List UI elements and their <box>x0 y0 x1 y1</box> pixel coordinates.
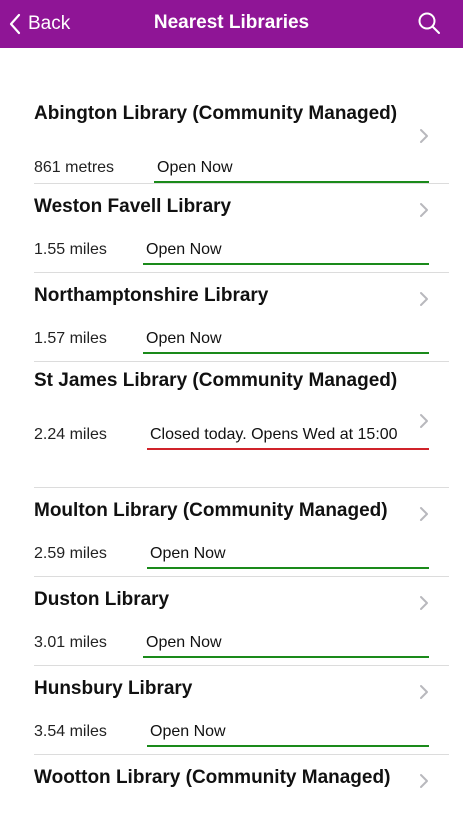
library-row[interactable]: Northamptonshire Library 1.57 miles Open N… <box>0 273 463 362</box>
open-indicator-line <box>143 263 429 265</box>
library-row[interactable]: St James Library (Community Managed) 2.24… <box>0 362 463 488</box>
library-name: St James Library (Community Managed) <box>34 370 398 391</box>
chevron-right-icon <box>420 507 428 521</box>
chevron-right-icon <box>420 414 428 428</box>
open-indicator-line <box>147 745 429 747</box>
chevron-right-icon <box>420 203 428 217</box>
chevron-right-icon <box>420 596 428 610</box>
chevron-right-icon <box>420 129 428 143</box>
library-name: Duston Library <box>34 589 170 610</box>
library-row[interactable]: Moulton Library (Community Managed) 2.59 … <box>0 488 463 577</box>
nav-bar: Back Nearest Libraries <box>0 0 463 48</box>
closed-indicator-line <box>147 448 429 450</box>
status-text: Open Now <box>150 545 226 562</box>
status-text: Closed today. Opens Wed at 15:00 <box>150 426 398 443</box>
status-text: Open Now <box>146 634 222 651</box>
library-name: Moulton Library (Community Managed) <box>34 500 388 521</box>
library-row[interactable]: Wootton Library (Community Managed) <box>0 755 463 835</box>
library-row[interactable]: Abington Library (Community Managed) 861 … <box>0 95 463 184</box>
library-row[interactable]: Weston Favell Library 1.55 miles Open Now <box>0 184 463 273</box>
library-name: Wootton Library (Community Managed) <box>34 767 391 788</box>
library-distance: 3.54 miles <box>34 723 107 740</box>
library-distance: 1.57 miles <box>34 330 107 347</box>
chevron-right-icon <box>420 685 428 699</box>
search-icon[interactable] <box>417 11 441 35</box>
open-indicator-line <box>143 656 429 658</box>
library-row[interactable]: Duston Library 3.01 miles Open Now <box>0 577 463 666</box>
status-text: Open Now <box>150 723 226 740</box>
library-name: Hunsbury Library <box>34 678 193 699</box>
status-text: Open Now <box>146 330 222 347</box>
library-distance: 1.55 miles <box>34 241 107 258</box>
library-name: Abington Library (Community Managed) <box>34 103 398 124</box>
chevron-right-icon <box>420 292 428 306</box>
library-distance: 2.24 miles <box>34 426 107 443</box>
status-text: Open Now <box>146 241 222 258</box>
open-indicator-line <box>143 352 429 354</box>
chevron-right-icon <box>420 774 428 788</box>
library-row[interactable]: Hunsbury Library 3.54 miles Open Now <box>0 666 463 755</box>
library-name: Northamptonshire Library <box>34 285 269 306</box>
status-text: Open Now <box>157 159 233 176</box>
library-distance: 3.01 miles <box>34 634 107 651</box>
page-title: Nearest Libraries <box>153 12 310 33</box>
library-distance: 2.59 miles <box>34 545 107 562</box>
open-indicator-line <box>147 567 429 569</box>
library-distance: 861 metres <box>34 159 115 176</box>
library-name: Weston Favell Library <box>34 196 232 217</box>
